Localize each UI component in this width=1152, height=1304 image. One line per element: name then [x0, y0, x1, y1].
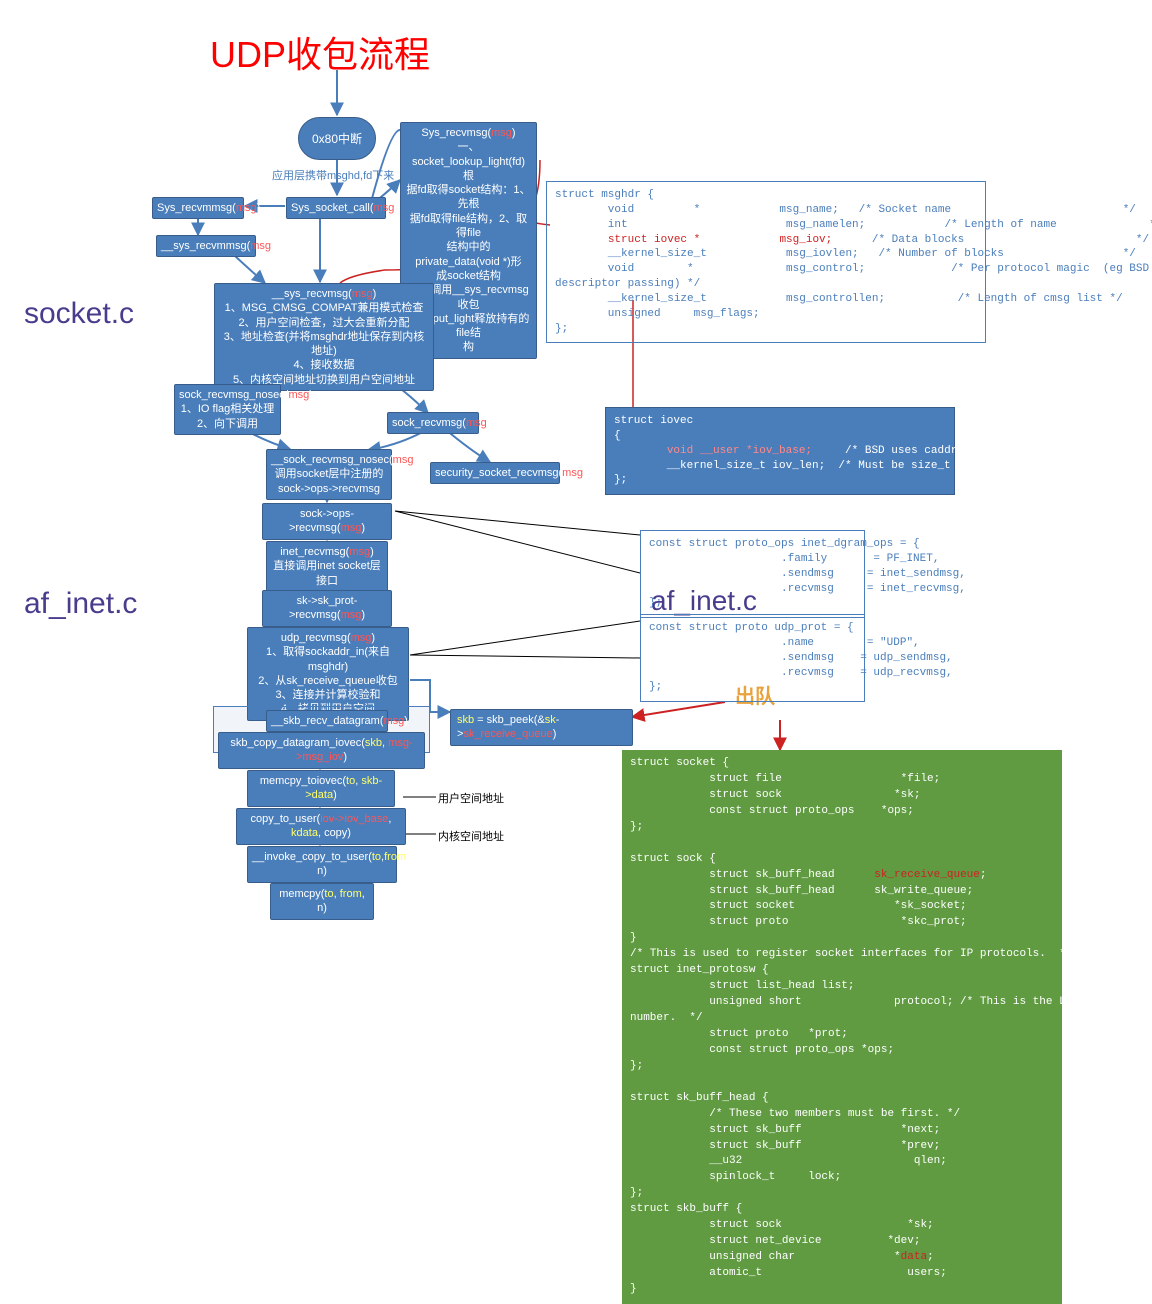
struct-green: struct socket { struct file *file; struc… [622, 750, 1062, 1304]
node-copy-to-user: copy_to_user(iov->iov_base, kdata, copy) [236, 808, 406, 845]
node-memcpy-toiovec: memcpy_toiovec(to, skb->data) [247, 770, 395, 807]
page-title: UDP收包流程 [210, 26, 430, 78]
node-skb-peek: skb = skb_peek(&sk->sk_receive_queue) [450, 709, 633, 746]
node-sys-socket-call: Sys_socket_call(msg) [286, 197, 386, 219]
node-sock-recvmsg: sock_recvmsg(msg) [387, 412, 479, 434]
struct-msghdr: struct msghdr { void * msg_name; /* Sock… [546, 181, 986, 343]
node-skb-recv-datagram: __skb_recv_datagram(msg) [266, 710, 388, 732]
struct-iovec: struct iovec { void __user *iov_base; /*… [605, 407, 955, 495]
node-u-sys-recvmmsg: __sys_recvmmsg(msg) [156, 235, 256, 257]
label-user-addr: 用户空间地址 [438, 790, 504, 806]
node-inet-recvmsg: inet_recvmsg(msg) 直接调用inet socket层接口 [266, 541, 388, 592]
node-invoke-copy-to-user: __invoke_copy_to_user(to,from, n) [247, 846, 397, 883]
label-afinet-left: af_inet.c [24, 587, 137, 621]
label-kernel-addr: 内核空间地址 [438, 828, 504, 844]
node-sys-recvmmsg: Sys_recvmmsg(msg) [152, 197, 244, 219]
node-sk-prot-recvmsg: sk->sk_prot->recvmsg(msg) [262, 590, 392, 627]
node-memcpy: memcpy(to, from, n) [270, 883, 374, 920]
node-u-sys-recvmsg: __sys_recvmsg(msg) 1、MSG_CMSG_COMPAT兼用模式… [214, 283, 434, 391]
label-socket-c: socket.c [24, 297, 134, 331]
node-u-sock-recvmsg-nosec: __sock_recvmsg_nosec(msg) 调用socket层中注册的s… [266, 449, 392, 500]
node-sock-recvmsg-nosec: sock_recvmsg_nosec(msg) 1、IO flag相关处理 2、… [174, 384, 281, 435]
struct-inet-dgram-ops: const struct proto_ops inet_dgram_ops = … [640, 530, 865, 618]
node-skb-copy-datagram-iovec: skb_copy_datagram_iovec(skb, msg->msg_io… [218, 732, 425, 769]
node-sock-ops-recvmsg: sock->ops->recvmsg(msg) [262, 503, 392, 540]
node-security-socket-recvmsg: security_socket_recvmsg(msg) [430, 462, 560, 484]
label-app-layer: 应用层携带msghd,fd下来 [272, 167, 394, 183]
struct-udp-prot: const struct proto udp_prot = { .name = … [640, 614, 865, 702]
node-start: 0x80中断 [298, 117, 376, 160]
